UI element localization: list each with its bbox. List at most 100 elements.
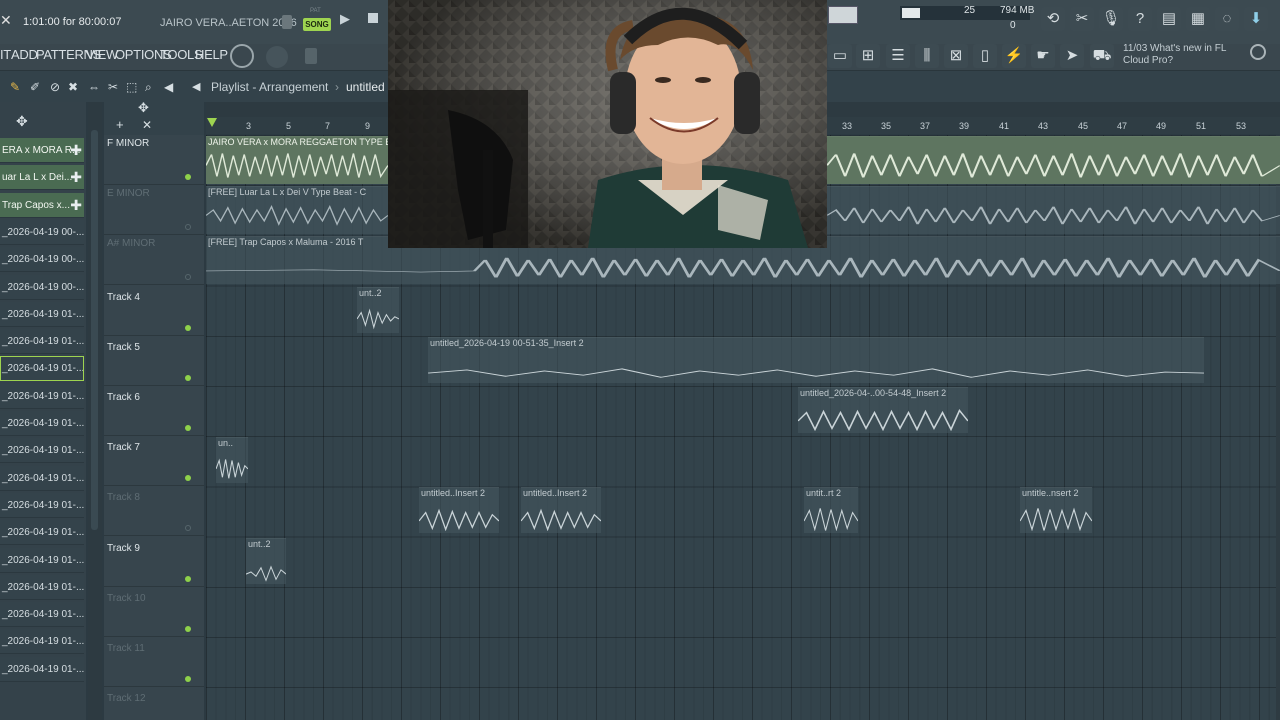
audio-clip-track9[interactable]: unt..2 bbox=[246, 538, 286, 584]
plugin-icon[interactable]: ⊠ bbox=[944, 44, 968, 68]
piano-roll-icon[interactable]: ⊞ bbox=[856, 44, 880, 68]
track-name[interactable]: Track 8 bbox=[107, 492, 140, 503]
audio-clip-track8-a[interactable]: untitled..Insert 2 bbox=[419, 487, 499, 533]
browser-item[interactable]: _2026-04-19 00-... bbox=[0, 219, 84, 245]
track-mute-led[interactable] bbox=[185, 174, 191, 180]
menu-help[interactable]: HELP bbox=[195, 47, 228, 62]
track-name[interactable]: Track 10 bbox=[107, 593, 146, 604]
audio-clip-track7[interactable]: un.. bbox=[216, 437, 248, 483]
zoom-tool-icon[interactable]: ⌕ bbox=[145, 80, 152, 95]
download-icon[interactable]: ⬇ bbox=[1244, 7, 1268, 31]
audio-clip-track8-c[interactable]: untit..rt 2 bbox=[804, 487, 858, 533]
track-name[interactable]: Track 9 bbox=[107, 543, 140, 554]
browser-item[interactable]: uar La L x Dei... ✚ bbox=[0, 165, 84, 191]
track-name[interactable]: Track 7 bbox=[107, 442, 140, 453]
send-icon[interactable]: ➤ bbox=[1060, 44, 1084, 68]
audio-clip-track8-d[interactable]: untitle..nsert 2 bbox=[1020, 487, 1092, 533]
browser-item[interactable]: _2026-04-19 01-... bbox=[0, 438, 84, 464]
slip-tool-icon[interactable]: ⇔ bbox=[88, 80, 100, 94]
browser-item[interactable]: Trap Capos x... ✚ bbox=[0, 192, 84, 218]
remove-track-icon[interactable]: ✕ bbox=[142, 118, 152, 132]
horizontal-scrollbar[interactable] bbox=[206, 102, 388, 117]
browser-item[interactable]: _2026-04-19 01-... bbox=[0, 547, 84, 573]
cart-icon[interactable]: ⛟ bbox=[1090, 44, 1114, 68]
track-name[interactable]: Track 5 bbox=[107, 342, 140, 353]
browser-item[interactable]: _2026-04-19 01-... bbox=[0, 301, 84, 327]
track-mute-led[interactable] bbox=[185, 575, 191, 582]
track-mute-led[interactable] bbox=[185, 374, 191, 381]
undo-icon[interactable]: ⟲ bbox=[1041, 7, 1065, 31]
chat-icon[interactable]: ◌ bbox=[1215, 7, 1239, 31]
mixer-icon[interactable]: ⫼ bbox=[915, 44, 939, 68]
playhead-marker-icon[interactable] bbox=[207, 118, 217, 127]
browser-icon[interactable]: ▯ bbox=[973, 44, 997, 68]
menu-view[interactable]: VIEW bbox=[86, 47, 118, 62]
browser-item[interactable]: _2026-04-19 01-... bbox=[0, 492, 84, 518]
play-icon[interactable]: ▶ bbox=[340, 11, 354, 27]
select-tool-icon[interactable]: ⬚ bbox=[126, 80, 137, 94]
paint-tool-icon[interactable]: ✐ bbox=[30, 80, 40, 94]
add-track-icon[interactable]: + bbox=[116, 117, 124, 132]
browser-item[interactable]: _2026-04-19 01-... bbox=[0, 656, 84, 682]
track-name[interactable]: Track 4 bbox=[107, 292, 140, 303]
browser-item[interactable]: _2026-04-19 01-... bbox=[0, 574, 84, 600]
browser-item[interactable]: _2026-04-19 01-... bbox=[0, 629, 84, 655]
track-name[interactable]: F MINOR bbox=[107, 138, 149, 149]
menu-add[interactable]: ADD bbox=[11, 47, 38, 62]
track-mute-led[interactable] bbox=[185, 676, 191, 682]
track-name[interactable]: Track 11 bbox=[107, 643, 145, 654]
master-slider[interactable] bbox=[305, 48, 317, 64]
track-name[interactable]: E MINOR bbox=[107, 188, 150, 199]
mute-tool-icon[interactable]: ✖ bbox=[68, 80, 78, 94]
add-to-playlist-icon[interactable]: ✚ bbox=[70, 138, 82, 162]
audio-clip-main-right[interactable] bbox=[827, 136, 1280, 184]
track-mute-led[interactable] bbox=[185, 324, 191, 331]
speaker-tool-icon[interactable]: ◀ bbox=[164, 80, 173, 94]
plug-icon[interactable]: ⚡ bbox=[1002, 44, 1026, 68]
fl-cloud-icon[interactable] bbox=[1250, 44, 1266, 60]
channel-rack-icon[interactable]: ☰ bbox=[886, 44, 910, 68]
arrow-icon[interactable]: ◀ bbox=[192, 80, 200, 93]
add-to-playlist-icon[interactable]: ✚ bbox=[70, 165, 82, 189]
save-icon[interactable]: ▤ bbox=[1157, 7, 1181, 31]
browser-item[interactable]: _2026-04-19 00-... bbox=[0, 247, 84, 273]
touch-icon[interactable]: ☛ bbox=[1031, 44, 1055, 68]
help-icon[interactable]: ? bbox=[1128, 7, 1152, 31]
audio-clip-track2[interactable]: [FREE] Luar La L x Dei V Type Beat - C bbox=[206, 186, 388, 234]
audio-clip-track6[interactable]: untitled_2026-04-..00-54-48_Insert 2 bbox=[798, 387, 968, 433]
browser-scroll-thumb[interactable] bbox=[91, 130, 98, 530]
track-name[interactable]: Track 12 bbox=[107, 693, 146, 704]
track-name[interactable]: A# MINOR bbox=[107, 238, 155, 249]
browser-item[interactable]: _2026-04-19 01-... bbox=[0, 356, 84, 382]
draw-tool-icon[interactable]: ✎ bbox=[10, 80, 20, 94]
audio-clip-track5[interactable]: untitled_2026-04-19 00-51-35_Insert 2 bbox=[428, 337, 1204, 383]
audio-clip-track8-b[interactable]: untitled..Insert 2 bbox=[521, 487, 601, 533]
browser-item[interactable]: _2026-04-19 01-... bbox=[0, 329, 84, 355]
track-name[interactable]: Track 6 bbox=[107, 392, 140, 403]
audio-clip-track4[interactable]: unt..2 bbox=[357, 287, 399, 333]
arrangement-name[interactable]: untitled bbox=[346, 80, 385, 94]
playlist-icon[interactable]: ▭ bbox=[828, 44, 852, 68]
browser-item[interactable]: _2026-04-19 01-... bbox=[0, 465, 84, 491]
render-icon[interactable]: ▦ bbox=[1186, 7, 1210, 31]
browser-item[interactable]: _2026-04-19 01-... bbox=[0, 411, 84, 436]
news-panel[interactable]: 11/03 What's new in FL Cloud Pro? bbox=[1123, 43, 1226, 67]
track-mute-led[interactable] bbox=[185, 425, 191, 431]
mic-icon[interactable]: 🎙 bbox=[1099, 7, 1123, 31]
add-to-playlist-icon[interactable]: ✚ bbox=[70, 193, 82, 217]
song-mode-button[interactable]: SONG bbox=[303, 18, 331, 31]
browser-item[interactable]: _2026-04-19 00-... bbox=[0, 274, 84, 300]
browser-item[interactable]: _2026-04-19 01-... bbox=[0, 602, 84, 628]
browser-item[interactable]: _2026-04-19 01-... bbox=[0, 520, 84, 546]
audio-clip-main[interactable]: JAIRO VERA x MORA REGGAETON TYPE B bbox=[206, 136, 388, 184]
track-mute-led[interactable] bbox=[185, 625, 191, 632]
master-pitch-knob[interactable] bbox=[266, 46, 288, 68]
close-icon[interactable]: ✕ bbox=[0, 10, 12, 30]
cut-icon[interactable]: ✂ bbox=[1070, 7, 1094, 31]
delete-tool-icon[interactable]: ⊘ bbox=[50, 80, 60, 94]
browser-move-icon[interactable]: ✥ bbox=[16, 113, 28, 130]
menu-edit[interactable]: IT bbox=[0, 47, 11, 62]
slice-tool-icon[interactable]: ✂ bbox=[108, 80, 118, 94]
master-volume-knob[interactable] bbox=[230, 44, 254, 68]
snap-icon[interactable]: ✥ bbox=[138, 100, 149, 116]
